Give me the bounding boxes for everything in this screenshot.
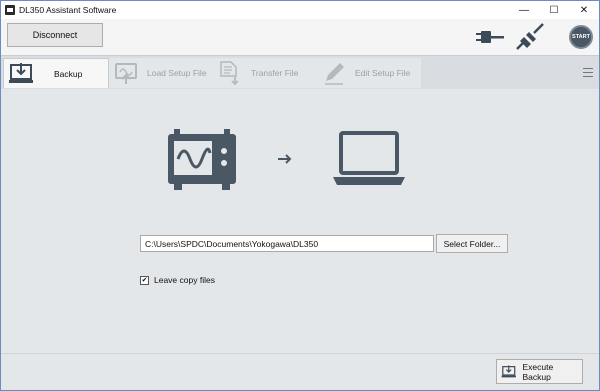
leave-copy-files-label: Leave copy files	[154, 275, 215, 285]
disconnect-button[interactable]: Disconnect	[7, 23, 103, 47]
leave-copy-files-checkbox[interactable]: ✔	[140, 275, 149, 285]
load-setup-icon	[115, 63, 137, 84]
app-window: DL350 Assistant Software — ☐ ✕ Disconnec…	[0, 0, 600, 391]
tab-load-setup-file[interactable]: Load Setup File	[109, 58, 213, 88]
tab-transfer-file-label: Transfer File	[251, 68, 299, 78]
transfer-file-icon	[220, 61, 239, 86]
tab-backup[interactable]: Backup	[3, 58, 109, 88]
app-logo-icon	[5, 5, 15, 15]
hamburger-menu-icon[interactable]	[583, 68, 593, 77]
maximize-button[interactable]: ☐	[539, 1, 569, 19]
plug-icon	[476, 31, 504, 43]
close-button[interactable]: ✕	[569, 1, 599, 19]
select-folder-button[interactable]: Select Folder...	[436, 234, 508, 253]
leave-copy-files-option[interactable]: ✔ Leave copy files	[140, 275, 215, 285]
window-controls: — ☐ ✕	[509, 1, 599, 19]
cable-connected-icon	[516, 23, 544, 50]
folder-path-input[interactable]	[140, 235, 434, 252]
backup-icon	[9, 62, 33, 83]
edit-setup-icon	[325, 63, 344, 85]
execute-backup-label: Execute Backup	[522, 361, 554, 382]
backup-panel: Select Folder... ✔ Leave copy files	[1, 89, 599, 353]
title-bar: DL350 Assistant Software — ☐ ✕	[1, 1, 599, 19]
tab-edit-setup-file[interactable]: Edit Setup File	[317, 58, 421, 88]
execute-backup-button[interactable]: Execute Backup	[496, 359, 583, 384]
tab-backup-label: Backup	[54, 68, 83, 79]
tab-bar: Backup Load Setup File Transfer File Edi…	[1, 55, 599, 89]
tab-load-setup-file-label: Load Setup File	[147, 68, 207, 78]
laptop-icon	[333, 131, 405, 185]
footer-bar: Execute Backup	[1, 353, 599, 390]
minimize-button[interactable]: —	[509, 1, 539, 19]
tab-edit-setup-file-label: Edit Setup File	[355, 68, 411, 78]
window-title: DL350 Assistant Software	[19, 5, 117, 15]
toolbar: Disconnect START	[1, 19, 599, 55]
start-icon[interactable]: START	[569, 25, 593, 49]
backup-icon	[501, 364, 516, 377]
arrow-right-icon	[278, 154, 292, 164]
data-recorder-icon	[168, 129, 236, 190]
tab-transfer-file[interactable]: Transfer File	[213, 58, 317, 88]
